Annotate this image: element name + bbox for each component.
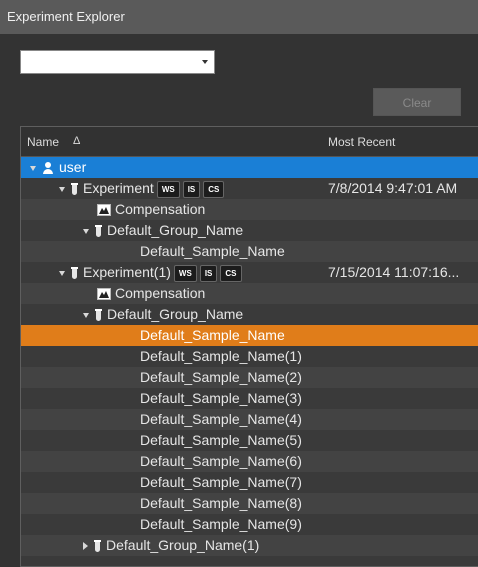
experiment-tree[interactable]: Name Δ Most Recent user Experiment WS IS CS… (20, 126, 478, 567)
tree-row-sample[interactable]: Default_Sample_Name(3) (21, 388, 478, 409)
sample-label: Default_Sample_Name (140, 327, 285, 343)
tree-row-group[interactable]: Default_Group_Name (21, 220, 478, 241)
compensation-label: Compensation (115, 285, 206, 301)
experiment-label: Experiment(1) (83, 264, 171, 280)
expand-toggle-icon[interactable] (83, 312, 89, 318)
expand-toggle-icon[interactable] (59, 270, 65, 276)
tree-row-experiment[interactable]: Experiment WS IS CS 7/8/2014 9:47:01 AM (21, 178, 478, 199)
ws-badge[interactable]: WS (156, 180, 180, 198)
sample-label: Default_Sample_Name(4) (140, 411, 302, 427)
sample-label: Default_Sample_Name(6) (140, 453, 302, 469)
tree-row-group[interactable]: Default_Group_Name (21, 304, 478, 325)
tree-row-sample[interactable]: Default_Sample_Name(6) (21, 451, 478, 472)
tube-icon (71, 183, 78, 196)
user-icon (43, 162, 53, 175)
is-badge[interactable]: IS (199, 264, 218, 282)
tree-row-sample[interactable]: Default_Sample_Name(9) (21, 514, 478, 535)
user-label: user (59, 159, 87, 175)
expand-toggle-icon[interactable] (83, 228, 89, 234)
sort-ascending-icon[interactable]: Δ (73, 135, 80, 147)
tree-row-sample[interactable]: Default_Sample_Name(1) (21, 346, 478, 367)
sample-label: Default_Sample_Name (140, 243, 285, 259)
tree-row-sample[interactable]: Default_Sample_Name(4) (21, 409, 478, 430)
sample-label: Default_Sample_Name(3) (140, 390, 302, 406)
compensation-label: Compensation (115, 201, 206, 217)
tree-row-compensation[interactable]: Compensation (21, 199, 478, 220)
column-header-most-recent[interactable]: Most Recent (328, 135, 395, 149)
expand-toggle-icon[interactable] (59, 186, 65, 192)
group-label: Default_Group_Name (107, 222, 244, 238)
tree-row-sample[interactable]: Default_Sample_Name (21, 241, 478, 262)
window-title: Experiment Explorer (0, 0, 478, 34)
tree-row-sample[interactable]: Default_Sample_Name(8) (21, 493, 478, 514)
tree-row-compensation[interactable]: Compensation (21, 283, 478, 304)
tree-row-sample[interactable]: Default_Sample_Name(7) (21, 472, 478, 493)
compensation-icon (97, 288, 111, 301)
tree-header: Name Δ Most Recent (21, 127, 478, 157)
tree-row-sample-selected[interactable]: Default_Sample_Name (21, 325, 478, 346)
sample-label: Default_Sample_Name(7) (140, 474, 302, 490)
compensation-icon (97, 204, 111, 217)
expand-toggle-icon[interactable] (30, 165, 36, 171)
tree-row-sample[interactable]: Default_Sample_Name(5) (21, 430, 478, 451)
tube-icon (95, 225, 102, 238)
sample-label: Default_Sample_Name(5) (140, 432, 302, 448)
tube-icon (95, 309, 102, 322)
experiment-label: Experiment (83, 180, 154, 196)
tube-icon (94, 540, 101, 553)
sample-label: Default_Sample_Name(1) (140, 348, 302, 364)
group-label: Default_Group_Name(1) (106, 537, 260, 553)
tube-icon (71, 267, 78, 280)
tree-row-sample[interactable]: Default_Sample_Name(2) (21, 367, 478, 388)
most-recent-value: 7/8/2014 9:47:01 AM (328, 180, 458, 196)
sample-label: Default_Sample_Name(9) (140, 516, 302, 532)
collapse-toggle-icon[interactable] (83, 542, 88, 551)
tree-row-user[interactable]: user (21, 157, 478, 178)
cs-badge[interactable]: CS (220, 264, 242, 282)
sample-label: Default_Sample_Name(2) (140, 369, 302, 385)
sample-label: Default_Sample_Name(8) (140, 495, 302, 511)
tree-row-experiment[interactable]: Experiment(1) WS IS CS 7/15/2014 11:07:16..… (21, 262, 478, 283)
cs-badge[interactable]: CS (203, 180, 225, 198)
ws-badge[interactable]: WS (173, 264, 197, 282)
most-recent-value: 7/15/2014 11:07:16... (328, 264, 460, 280)
group-label: Default_Group_Name (107, 306, 244, 322)
clear-button[interactable]: Clear (373, 88, 461, 116)
chevron-down-icon[interactable] (202, 60, 208, 64)
column-header-name[interactable]: Name (27, 135, 59, 149)
is-badge[interactable]: IS (182, 180, 201, 198)
tree-row-group[interactable]: Default_Group_Name(1) (21, 535, 478, 556)
filter-dropdown[interactable] (20, 50, 215, 74)
